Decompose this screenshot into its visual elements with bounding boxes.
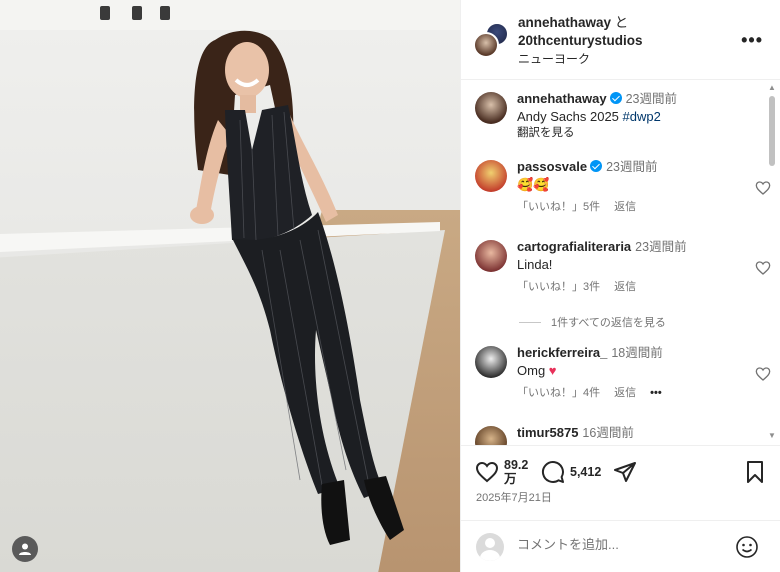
comment-likes[interactable]: 「いいね！」3件 — [517, 281, 600, 293]
reply-button[interactable]: 返信 — [614, 281, 636, 293]
reply-button[interactable]: 返信 — [614, 387, 636, 399]
bookmark-icon[interactable] — [743, 460, 767, 484]
comment-avatar[interactable] — [475, 426, 507, 445]
post-photo[interactable] — [0, 0, 460, 572]
scroll-down-icon[interactable]: ▼ — [768, 432, 776, 440]
caption-avatar[interactable] — [475, 92, 507, 124]
save-action[interactable] — [743, 460, 767, 484]
more-horizontal-icon[interactable]: ••• — [741, 30, 763, 51]
post-header: annehathaway と 20thcenturystudios ニューヨーク… — [461, 0, 780, 80]
scrollbar-thumb[interactable] — [769, 96, 775, 166]
share-paper-plane-icon[interactable] — [613, 460, 637, 484]
photo-person — [190, 30, 404, 545]
collab-avatars[interactable] — [473, 22, 509, 58]
comment-options-icon[interactable]: ••• — [650, 387, 662, 399]
reply-button[interactable]: 返信 — [614, 201, 636, 213]
comment-likes[interactable]: 「いいね！」5件 — [517, 201, 600, 213]
caption-text: Andy Sachs 2025 — [517, 109, 619, 124]
view-replies-label[interactable]: 1件すべての返信を見る — [551, 314, 666, 330]
comment-text: 🥰🥰 — [517, 177, 550, 192]
comment-avatar[interactable] — [475, 160, 507, 192]
post-actions: 89.2 万 5,412 2025年7月21日 — [461, 445, 780, 515]
share-action[interactable] — [613, 460, 637, 484]
add-comment-bar — [461, 520, 780, 572]
comment-time[interactable]: 23週間前 — [606, 160, 657, 174]
heart-emoji-icon: ♥ — [548, 363, 557, 378]
comment-icon[interactable] — [541, 460, 565, 484]
current-user-avatar — [476, 533, 504, 561]
collaborator-username[interactable]: 20thcenturystudios — [518, 32, 643, 50]
tagged-user-icon[interactable] — [12, 536, 38, 562]
replies-divider — [519, 321, 541, 323]
like-action[interactable]: 89.2 万 — [475, 458, 532, 486]
comment-input[interactable] — [517, 537, 727, 552]
heart-icon[interactable] — [475, 460, 499, 484]
comments-scrollbar[interactable]: ▲ ▼ — [768, 84, 776, 440]
verified-badge-icon — [590, 160, 603, 172]
comment-time[interactable]: 23週間前 — [635, 240, 686, 254]
post-side-panel: annehathaway と 20thcenturystudios ニューヨーク… — [460, 0, 780, 572]
comment-username[interactable]: cartografialiteraria — [517, 239, 631, 254]
comment-username[interactable]: herickferreira_ — [517, 345, 607, 360]
comment-avatar[interactable] — [475, 346, 507, 378]
owner-avatar[interactable] — [473, 32, 499, 58]
comment-avatar[interactable] — [475, 240, 507, 272]
hashtag-link[interactable]: #dwp2 — [623, 109, 661, 124]
and-text: と — [614, 15, 629, 30]
caption-time[interactable]: 23週間前 — [626, 92, 677, 106]
header-text: annehathaway と 20thcenturystudios ニューヨーク — [518, 14, 643, 68]
comment-username[interactable]: passosvale — [517, 159, 587, 174]
comment-action[interactable]: 5,412 — [541, 460, 601, 484]
likes-count[interactable]: 89.2 万 — [504, 458, 532, 486]
location-link[interactable]: ニューヨーク — [518, 50, 643, 68]
comment-text: Linda! — [517, 257, 553, 272]
comments-count[interactable]: 5,412 — [570, 465, 601, 479]
verified-badge-icon — [609, 92, 622, 104]
scroll-up-icon[interactable]: ▲ — [768, 84, 776, 92]
post-date[interactable]: 2025年7月21日 — [476, 489, 552, 505]
emoji-picker-icon[interactable] — [735, 535, 759, 559]
comments-list[interactable]: annehathaway 23週間前 Andy Sachs 2025 #dwp2 … — [461, 80, 780, 445]
caption-username[interactable]: annehathaway — [517, 91, 607, 106]
comment-time[interactable]: 16週間前 — [582, 426, 633, 440]
comment-text: Omg — [517, 363, 546, 378]
owner-username[interactable]: annehathaway — [518, 15, 611, 30]
comment-username[interactable]: timur5875 — [517, 425, 578, 440]
comment-time[interactable]: 18週間前 — [611, 346, 662, 360]
comment-likes[interactable]: 「いいね！」4件 — [517, 387, 600, 399]
view-replies-link[interactable]: 1件すべての返信を見る — [519, 314, 759, 330]
translate-link[interactable]: 翻訳を見る — [517, 125, 747, 142]
person-icon — [19, 543, 31, 555]
